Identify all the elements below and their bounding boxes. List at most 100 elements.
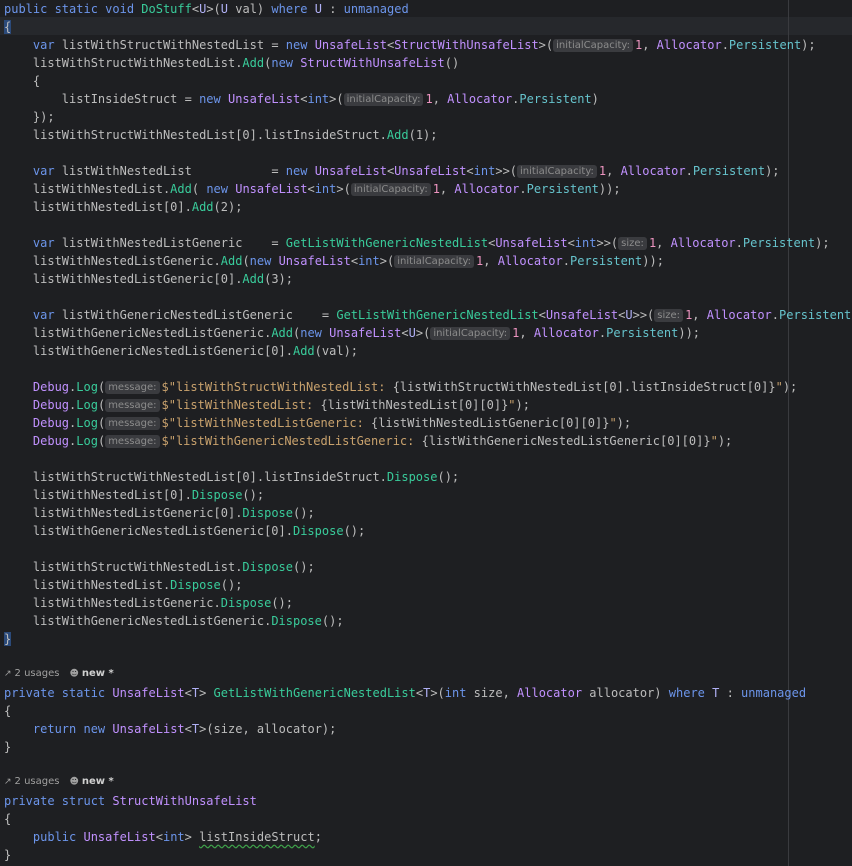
code-line[interactable]: listWithGenericNestedListGeneric[0].Add(… xyxy=(4,342,358,360)
code-text: . xyxy=(562,254,570,268)
enum-member: Persistent xyxy=(526,182,599,196)
method-name: Dispose xyxy=(220,596,272,610)
code-line[interactable]: Debug.Log(message: $"listWithNestedListGe… xyxy=(4,414,631,432)
number-literal: 1 xyxy=(425,92,433,106)
type-name: UnsafeList xyxy=(314,38,387,52)
code-text: listWithNestedListGeneric. xyxy=(4,254,221,268)
code-line[interactable]: } xyxy=(4,846,11,864)
code-line[interactable]: public UnsafeList<int> listInsideStruct; xyxy=(4,828,322,846)
keyword: int xyxy=(444,686,474,700)
parameter-hint: message: xyxy=(105,435,160,448)
method-name: Log xyxy=(76,416,98,430)
code-line[interactable]: listWithNestedListGeneric[0].Dispose(); xyxy=(4,504,315,522)
code-text: {listWithNestedList[0][0]} xyxy=(320,398,509,412)
code-line[interactable]: listWithStructWithNestedList[0].listInsi… xyxy=(4,126,438,144)
code-text: (3); xyxy=(264,272,294,286)
code-line[interactable]: listWithStructWithNestedList.Add(new Str… xyxy=(4,54,459,72)
code-line[interactable]: { xyxy=(4,702,11,720)
type-name: Debug xyxy=(32,434,70,448)
enum-member: Persistent xyxy=(519,92,592,106)
code-line[interactable]: { xyxy=(4,18,12,36)
code-text: ( xyxy=(191,182,207,196)
code-line[interactable]: listWithStructWithNestedList.Dispose(); xyxy=(4,558,315,576)
keyword: int xyxy=(358,254,380,268)
code-text: ; xyxy=(314,830,322,844)
code-text: (2); xyxy=(213,200,243,214)
author-label[interactable]: new * xyxy=(82,668,114,679)
usages-count[interactable]: 2 usages xyxy=(15,668,60,679)
code-line[interactable]: listWithNestedList.Add( new UnsafeList<i… xyxy=(4,180,621,198)
usages-arrow-icon: ↗ xyxy=(4,669,12,679)
code-line[interactable]: public static void DoStuff<U>(U val) whe… xyxy=(4,0,409,18)
type-name: Allocator xyxy=(670,236,736,250)
code-line[interactable]: listWithNestedListGeneric.Add(new Unsafe… xyxy=(4,252,664,270)
code-line[interactable]: { xyxy=(4,810,11,828)
code-text: size, xyxy=(473,686,518,700)
code-line[interactable]: listInsideStruct = new UnsafeList<int>(i… xyxy=(4,90,599,108)
type-name: Allocator xyxy=(497,254,563,268)
code-text: (); xyxy=(437,470,460,484)
keyword: new xyxy=(83,722,113,736)
code-line[interactable]: listWithNestedList.Dispose(); xyxy=(4,576,243,594)
code-line[interactable]: private struct StructWithUnsafeList xyxy=(4,792,257,810)
type-name: Debug xyxy=(32,416,70,430)
code-text: ( xyxy=(97,398,106,412)
type-name: StructWithUnsafeList xyxy=(112,794,257,808)
code-text: >( xyxy=(336,182,351,196)
method-name: Log xyxy=(76,434,98,448)
code-line[interactable]: listWithNestedListGeneric[0].Add(3); xyxy=(4,270,293,288)
code-text: > xyxy=(199,686,214,700)
code-editor[interactable]: public static void DoStuff<U>(U val) whe… xyxy=(0,0,852,866)
code-lens[interactable]: ↗ 2 usages ☻ new * xyxy=(4,775,114,789)
keyword: new xyxy=(249,254,279,268)
author-label[interactable]: new * xyxy=(82,776,114,787)
type-name: UnsafeList xyxy=(235,182,308,196)
type-name: UnsafeList xyxy=(112,686,185,700)
string-literal: $"listWithGenericNestedListGeneric: xyxy=(161,434,422,448)
code-text: listWithStructWithNestedList[0].listInsi… xyxy=(4,470,387,484)
code-line[interactable]: var listWithNestedList = new UnsafeList<… xyxy=(4,162,780,180)
code-lens[interactable]: ↗ 2 usages ☻ new * xyxy=(4,667,114,681)
code-line[interactable]: } xyxy=(4,738,11,756)
code-text: )); xyxy=(678,326,701,340)
code-line[interactable]: Debug.Log(message: $"listWithNestedList: … xyxy=(4,396,530,414)
code-line[interactable]: } xyxy=(4,630,12,648)
type-name: Allocator xyxy=(517,686,590,700)
code-line[interactable]: var listWithGenericNestedListGeneric = G… xyxy=(4,306,852,324)
code-line[interactable]: var listWithNestedListGeneric = GetListW… xyxy=(4,234,830,252)
code-line[interactable]: }); xyxy=(4,108,55,126)
method-name: GetListWithGenericNestedList xyxy=(213,686,416,700)
code-line[interactable]: listWithGenericNestedListGeneric.Add(new… xyxy=(4,324,700,342)
code-line[interactable]: listWithNestedListGeneric.Dispose(); xyxy=(4,594,293,612)
method-name: Add xyxy=(242,56,265,70)
code-line[interactable]: listWithNestedList[0].Add(2); xyxy=(4,198,243,216)
usages-count[interactable]: 2 usages xyxy=(15,776,60,787)
code-text: , xyxy=(692,308,707,322)
type-name: Allocator xyxy=(454,182,520,196)
code-line[interactable]: return new UnsafeList<T>(size, allocator… xyxy=(4,720,336,738)
code-line[interactable]: var listWithStructWithNestedList = new U… xyxy=(4,36,816,54)
code-line[interactable]: listWithGenericNestedListGeneric[0].Disp… xyxy=(4,522,365,540)
identifier: listWithGenericNestedListGeneric = xyxy=(61,308,337,322)
code-line[interactable]: Debug.Log(message: $"listWithGenericNeste… xyxy=(4,432,732,450)
code-line[interactable]: Debug.Log(message: $"listWithStructWithNe… xyxy=(4,378,797,396)
code-line[interactable]: listWithGenericNestedListGeneric.Dispose… xyxy=(4,612,344,630)
code-line[interactable]: listWithStructWithNestedList[0].listInsi… xyxy=(4,468,459,486)
code-text: >( xyxy=(379,254,395,268)
code-text: < xyxy=(307,182,315,196)
method-name: Add xyxy=(292,344,315,358)
code-text: ( xyxy=(97,434,106,448)
code-text: (); xyxy=(293,560,315,574)
code-text: listWithStructWithNestedList. xyxy=(4,56,243,70)
keyword: unmanaged xyxy=(741,686,807,700)
code-text: >(size, allocator); xyxy=(199,722,337,736)
code-text: , xyxy=(432,92,448,106)
code-line[interactable]: { xyxy=(4,72,40,90)
code-line[interactable]: listWithNestedList[0].Dispose(); xyxy=(4,486,264,504)
code-line[interactable]: private static UnsafeList<T> GetListWith… xyxy=(4,684,806,702)
enum-member: Persistent xyxy=(728,38,802,52)
